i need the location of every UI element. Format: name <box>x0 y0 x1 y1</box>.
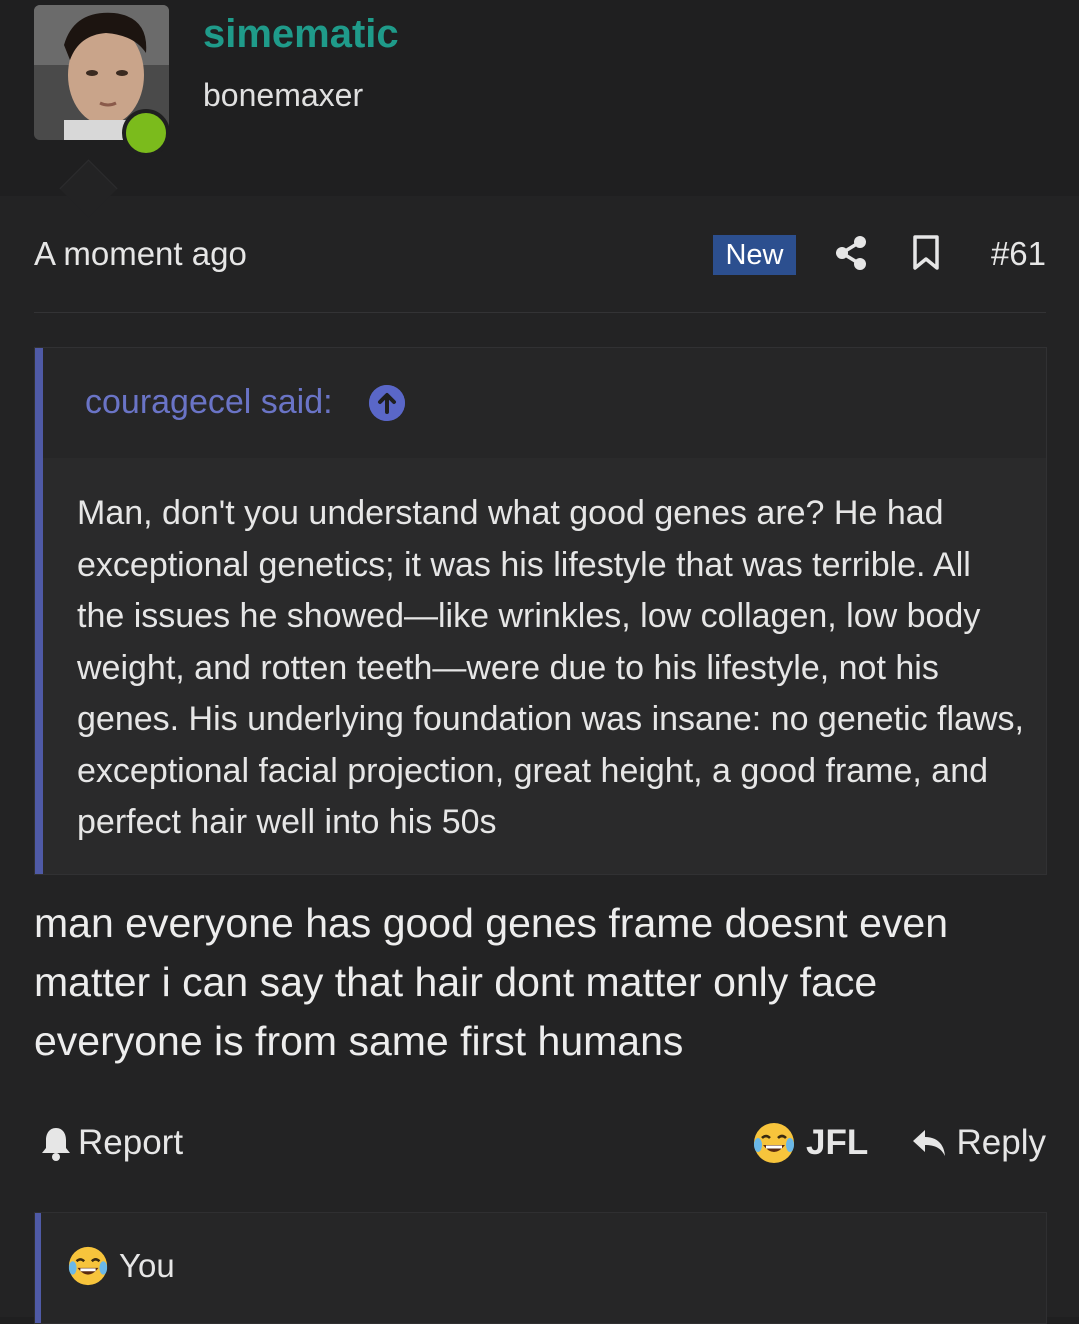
post-meta: A moment ago New #61 <box>34 233 1046 277</box>
quote-block: couragecel said: Man, don't you understa… <box>34 347 1047 875</box>
quote-text: Man, don't you understand what good gene… <box>77 494 1024 841</box>
reactions-summary[interactable]: You <box>34 1212 1047 1324</box>
quote-author[interactable]: couragecel said: <box>85 383 333 422</box>
reply-label: Reply <box>956 1123 1046 1162</box>
new-badge: New <box>713 235 796 275</box>
post-number[interactable]: #61 <box>991 235 1046 273</box>
username[interactable]: simematic <box>203 12 399 57</box>
post-text: man everyone has good genes frame doesnt… <box>34 900 948 1064</box>
jfl-label: JFL <box>806 1123 869 1162</box>
share-icon[interactable] <box>834 235 868 271</box>
reply-icon <box>912 1130 945 1156</box>
quote-header[interactable]: couragecel said: <box>43 348 1046 458</box>
arrow-up-icon[interactable] <box>369 385 405 421</box>
reactions-label[interactable]: You <box>119 1247 175 1285</box>
reactions-bar <box>35 1213 41 1323</box>
report-button[interactable]: Report <box>40 1118 183 1168</box>
user-title: bonemaxer <box>203 77 364 113</box>
reply-button[interactable]: Reply <box>911 1118 1046 1168</box>
bell-icon <box>42 1128 70 1161</box>
reactions-list: You <box>67 1245 175 1287</box>
jfl-reaction-button[interactable]: JFL <box>752 1118 868 1168</box>
post-header: simematic bonemaxer <box>0 0 1079 197</box>
post-timestamp[interactable]: A moment ago <box>34 235 247 273</box>
laughing-emoji-icon <box>68 1246 108 1286</box>
divider <box>34 312 1046 313</box>
quote-bar <box>35 348 43 874</box>
report-label: Report <box>78 1123 184 1162</box>
bookmark-icon[interactable] <box>912 235 940 271</box>
laughing-emoji-icon <box>754 1123 794 1163</box>
online-status-icon <box>122 109 170 157</box>
post-actions: Report JFL Reply <box>34 1118 1046 1168</box>
avatar[interactable] <box>34 5 170 157</box>
